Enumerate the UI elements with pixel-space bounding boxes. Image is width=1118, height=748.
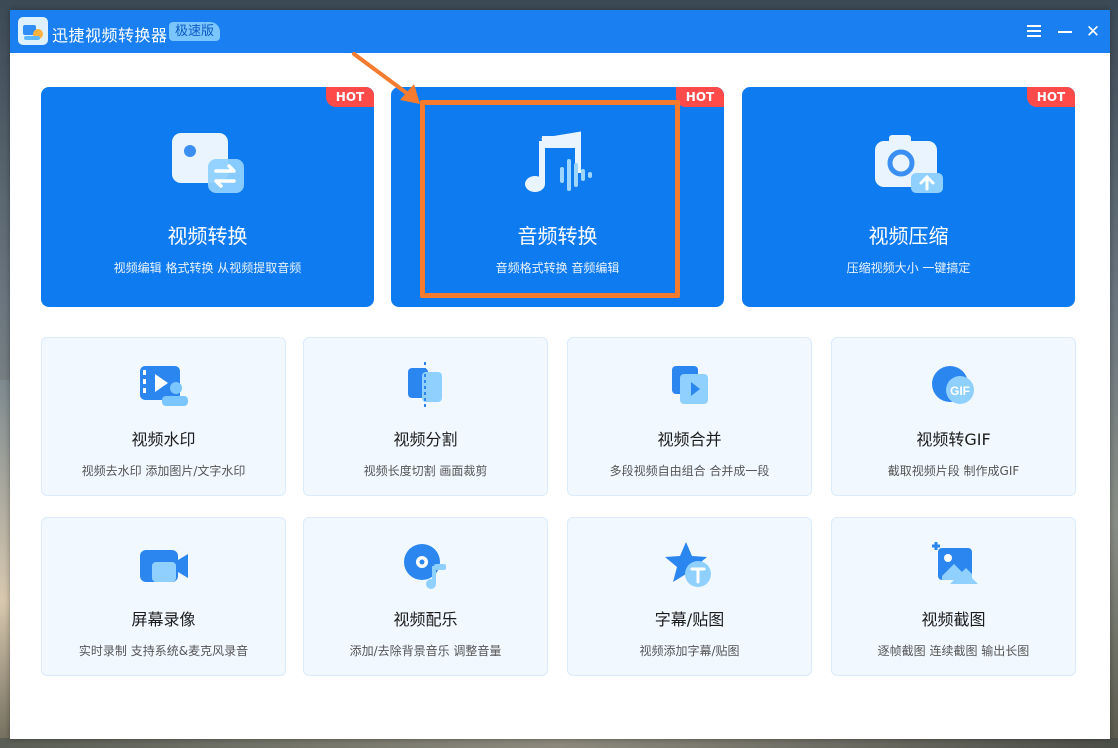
feature-title: 视频转换 bbox=[167, 224, 248, 248]
video-compress-icon bbox=[875, 135, 943, 193]
edition-badge: 极速版 bbox=[169, 22, 221, 41]
tool-card-screenshot[interactable]: 视频截图 逐帧截图 连续截图 输出长图 bbox=[831, 517, 1076, 676]
feature-card-video-convert[interactable]: HOT 视频转换 视频编辑 格式转换 从视频提取音频 bbox=[41, 87, 374, 307]
tool-title: 视频合并 bbox=[657, 430, 722, 449]
feature-subtitle: 压缩视频大小 一键搞定 bbox=[846, 261, 971, 275]
tool-subtitle: 截取视频片段 制作成GIF bbox=[887, 464, 1020, 478]
tool-title: 视频分割 bbox=[393, 430, 458, 449]
watermark-icon bbox=[140, 366, 188, 406]
tool-card-watermark[interactable]: 视频水印 视频去水印 添加图片/文字水印 bbox=[41, 337, 286, 496]
tool-subtitle: 逐帧截图 连续截图 输出长图 bbox=[877, 644, 1030, 658]
tool-subtitle: 视频去水印 添加图片/文字水印 bbox=[81, 464, 246, 478]
feature-card-audio-convert[interactable]: HOT 音频转换 音频格式转换 音频编辑 bbox=[391, 87, 724, 307]
feature-title: 视频压缩 bbox=[868, 224, 949, 248]
tool-card-split[interactable]: 视频分割 视频长度切割 画面裁剪 bbox=[303, 337, 548, 496]
svg-text:GIF: GIF bbox=[950, 384, 970, 398]
tool-subtitle: 多段视频自由组合 合并成一段 bbox=[609, 464, 770, 478]
tool-title: 视频水印 bbox=[131, 430, 196, 449]
tool-title: 字幕/贴图 bbox=[654, 610, 725, 629]
minimize-icon[interactable] bbox=[1055, 22, 1075, 42]
close-icon[interactable]: ✕ bbox=[1083, 22, 1103, 42]
app-window: 迅捷视频转换器 极速版 ✕ HOT 视频转换 视频编辑 格式转换 从视频提取音频… bbox=[10, 10, 1110, 739]
tool-card-subtitle[interactable]: 字幕/贴图 视频添加字幕/贴图 bbox=[567, 517, 812, 676]
screenshot-icon bbox=[932, 542, 978, 584]
music-icon bbox=[404, 544, 446, 589]
split-icon bbox=[408, 362, 442, 410]
tool-title: 视频配乐 bbox=[393, 610, 458, 629]
feature-title: 音频转换 bbox=[517, 224, 598, 248]
tool-title: 屏幕录像 bbox=[131, 610, 196, 629]
menu-icon[interactable] bbox=[1024, 22, 1044, 42]
hot-badge: HOT bbox=[676, 87, 724, 107]
feature-subtitle: 音频格式转换 音频编辑 bbox=[495, 261, 620, 275]
tool-card-gif[interactable]: GIF 视频转GIF 截取视频片段 制作成GIF bbox=[831, 337, 1076, 496]
subtitle-icon bbox=[665, 542, 711, 587]
tool-title: 视频截图 bbox=[921, 610, 986, 629]
app-title: 迅捷视频转换器 bbox=[52, 26, 168, 45]
video-convert-icon bbox=[172, 133, 244, 193]
app-logo-icon bbox=[18, 17, 48, 45]
tool-title: 视频转GIF bbox=[916, 430, 991, 449]
title-bar[interactable]: 迅捷视频转换器 极速版 ✕ bbox=[10, 10, 1110, 53]
feature-card-video-compress[interactable]: HOT 视频压缩 压缩视频大小 一键搞定 bbox=[742, 87, 1075, 307]
gif-icon: GIF bbox=[932, 366, 974, 404]
desktop-background-bottom bbox=[0, 738, 1118, 748]
feature-subtitle: 视频编辑 格式转换 从视频提取音频 bbox=[113, 261, 302, 275]
tool-card-screen-record[interactable]: 屏幕录像 实时录制 支持系统&麦克风录音 bbox=[41, 517, 286, 676]
merge-icon bbox=[672, 366, 708, 404]
hot-badge: HOT bbox=[1027, 87, 1075, 107]
tool-subtitle: 视频长度切割 画面裁剪 bbox=[363, 464, 488, 478]
tool-subtitle: 实时录制 支持系统&麦克风录音 bbox=[78, 644, 249, 658]
tool-card-music[interactable]: 视频配乐 添加/去除背景音乐 调整音量 bbox=[303, 517, 548, 676]
hot-badge: HOT bbox=[326, 87, 374, 107]
tool-subtitle: 视频添加字幕/贴图 bbox=[639, 644, 740, 658]
desktop-background-left bbox=[0, 380, 10, 748]
screen-record-icon bbox=[140, 550, 188, 582]
tool-subtitle: 添加/去除背景音乐 调整音量 bbox=[349, 644, 502, 658]
tool-card-merge[interactable]: 视频合并 多段视频自由组合 合并成一段 bbox=[567, 337, 812, 496]
audio-convert-icon bbox=[525, 131, 592, 192]
